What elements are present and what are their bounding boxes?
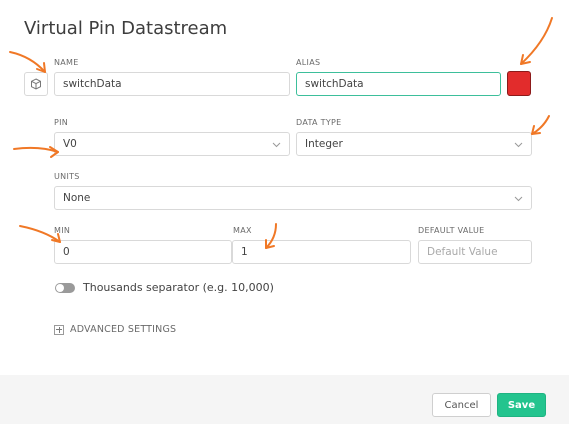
default-value-placeholder: Default Value xyxy=(427,246,498,258)
plus-icon xyxy=(54,324,64,335)
pin-select-value: V0 xyxy=(63,138,77,150)
arrow-to-color-icon xyxy=(520,17,553,65)
max-input-value: 1 xyxy=(241,246,248,258)
default-value-label: DEFAULT VALUE xyxy=(418,226,485,235)
color-swatch[interactable] xyxy=(507,71,531,96)
data-type-select-value: Integer xyxy=(305,138,343,150)
data-type-label: DATA TYPE xyxy=(296,118,342,127)
min-input[interactable]: 0 xyxy=(54,240,232,264)
arrow-to-pin-icon xyxy=(13,146,59,158)
default-value-input[interactable]: Default Value xyxy=(418,240,532,264)
thousands-separator-label: Thousands separator (e.g. 10,000) xyxy=(83,281,274,294)
units-select[interactable]: None xyxy=(54,186,532,210)
advanced-settings-expander[interactable]: ADVANCED SETTINGS xyxy=(54,324,176,335)
data-type-select[interactable]: Integer xyxy=(296,132,532,156)
name-input-value: switchData xyxy=(63,78,122,90)
max-input[interactable]: 1 xyxy=(232,240,411,264)
name-label: NAME xyxy=(54,58,79,67)
chevron-down-icon xyxy=(514,142,523,148)
chevron-down-icon xyxy=(272,142,281,148)
dialog-title: Virtual Pin Datastream xyxy=(24,18,228,39)
save-button[interactable]: Save xyxy=(497,393,546,417)
alias-input-value: switchData xyxy=(305,78,364,90)
alias-input[interactable]: switchData xyxy=(296,72,501,96)
arrow-to-data-type-icon xyxy=(531,115,550,135)
name-input[interactable]: switchData xyxy=(54,72,290,96)
cancel-button[interactable]: Cancel xyxy=(432,393,491,417)
advanced-settings-label: ADVANCED SETTINGS xyxy=(70,324,177,335)
max-label: MAX xyxy=(233,226,252,235)
units-label: UNITS xyxy=(54,172,80,181)
arrow-to-name-icon xyxy=(9,51,46,73)
annotation-arrows xyxy=(9,17,553,249)
alias-label: ALIAS xyxy=(296,58,321,67)
pin-label: PIN xyxy=(54,118,69,127)
thousands-separator-toggle[interactable] xyxy=(55,283,75,293)
pin-select[interactable]: V0 xyxy=(54,132,290,156)
units-select-value: None xyxy=(63,192,91,204)
chevron-down-icon xyxy=(514,196,523,202)
cube-icon-button[interactable] xyxy=(24,72,48,96)
min-input-value: 0 xyxy=(63,246,70,258)
min-label: MIN xyxy=(54,226,71,235)
cube-icon xyxy=(31,78,41,90)
toggle-knob xyxy=(56,284,64,292)
